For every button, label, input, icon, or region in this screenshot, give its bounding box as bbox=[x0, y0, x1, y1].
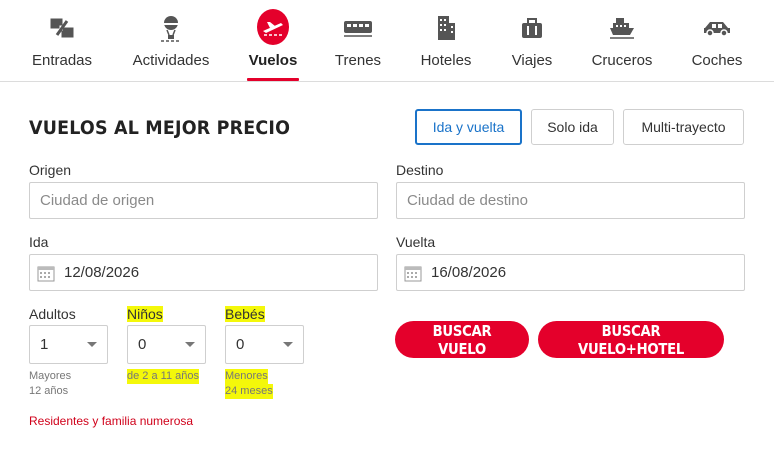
airplane-icon bbox=[257, 9, 289, 45]
hot-air-balloon-icon bbox=[155, 12, 187, 44]
nav-item-entradas[interactable]: Entradas bbox=[22, 0, 102, 81]
return-date-label: Vuelta bbox=[396, 234, 436, 250]
infants-note-line2: 24 meses bbox=[225, 384, 273, 399]
page-title: VUELOS AL MEJOR PRECIO bbox=[29, 117, 291, 139]
trip-type-round-trip-button[interactable]: Ida y vuelta bbox=[415, 109, 522, 145]
search-flight-button[interactable]: BUSCAR VUELO bbox=[395, 321, 529, 358]
nav-item-trenes[interactable]: Trenes bbox=[327, 0, 389, 81]
adults-select[interactable]: 1 bbox=[29, 325, 108, 364]
nav-item-actividades[interactable]: Actividades bbox=[128, 0, 214, 81]
destination-label: Destino bbox=[396, 162, 444, 178]
adults-label: Adultos bbox=[29, 306, 76, 322]
adults-note-line1: Mayores bbox=[29, 370, 72, 382]
chevron-down-icon bbox=[87, 342, 97, 347]
origin-input[interactable] bbox=[29, 182, 378, 219]
departure-date-label: Ida bbox=[29, 234, 49, 250]
residents-discount-link[interactable]: Residentes y familia numerosa bbox=[29, 414, 193, 428]
children-note-line1: de 2 a 11 años bbox=[127, 369, 199, 384]
active-tab-underline bbox=[247, 78, 299, 81]
departure-date-field[interactable]: 12/08/2026 bbox=[29, 254, 378, 291]
nav-item-cruceros[interactable]: Cruceros bbox=[585, 0, 659, 81]
nav-label-vuelos: Vuelos bbox=[248, 52, 298, 69]
origin-label: Origen bbox=[29, 162, 72, 178]
nav-label-trenes: Trenes bbox=[334, 52, 382, 69]
search-flight-hotel-button[interactable]: BUSCAR VUELO+HOTEL bbox=[538, 321, 724, 358]
nav-item-hoteles[interactable]: Hoteles bbox=[412, 0, 480, 81]
trip-type-multi-city-button[interactable]: Multi-trayecto bbox=[623, 109, 744, 145]
cruise-ship-icon bbox=[606, 12, 638, 44]
adults-note: Mayores 12 años bbox=[29, 369, 71, 399]
search-flight-hotel-button-label: BUSCAR VUELO+HOTEL bbox=[578, 321, 684, 358]
infants-note: Menores 24 meses bbox=[225, 369, 273, 399]
car-icon bbox=[701, 12, 733, 44]
active-icon-wrapper bbox=[257, 9, 289, 45]
nav-label-viajes: Viajes bbox=[511, 52, 553, 69]
adults-note-line2: 12 años bbox=[29, 385, 69, 397]
calendar-icon bbox=[36, 263, 56, 283]
return-date-field[interactable]: 16/08/2026 bbox=[396, 254, 745, 291]
infants-label: Bebés bbox=[225, 306, 265, 322]
search-flight-button-label: BUSCAR VUELO bbox=[432, 321, 492, 358]
nav-item-viajes[interactable]: Viajes bbox=[502, 0, 562, 81]
category-nav: Entradas Actividades Vuelos Trenes Hotel… bbox=[0, 0, 774, 82]
infants-select[interactable]: 0 bbox=[225, 325, 304, 364]
nav-label-entradas: Entradas bbox=[31, 52, 93, 69]
hotel-building-icon bbox=[430, 12, 462, 44]
children-select[interactable]: 0 bbox=[127, 325, 206, 364]
chevron-down-icon bbox=[185, 342, 195, 347]
nav-label-actividades: Actividades bbox=[132, 52, 210, 69]
trip-type-one-way-button[interactable]: Solo ida bbox=[531, 109, 614, 145]
infants-note-line1: Menores bbox=[225, 369, 268, 384]
suitcase-icon bbox=[516, 12, 548, 44]
return-date-value: 16/08/2026 bbox=[431, 264, 507, 281]
departure-date-value: 12/08/2026 bbox=[64, 264, 140, 281]
chevron-down-icon bbox=[283, 342, 293, 347]
children-note: de 2 a 11 años bbox=[127, 369, 199, 384]
calendar-icon bbox=[403, 263, 423, 283]
nav-label-hoteles: Hoteles bbox=[420, 52, 472, 69]
destination-input[interactable] bbox=[396, 182, 745, 219]
nav-label-coches: Coches bbox=[691, 52, 743, 69]
nav-item-coches[interactable]: Coches bbox=[684, 0, 750, 81]
children-label: Niños bbox=[127, 306, 163, 322]
nav-label-cruceros: Cruceros bbox=[591, 52, 653, 69]
nav-item-vuelos[interactable]: Vuelos bbox=[240, 0, 306, 81]
infants-value: 0 bbox=[236, 336, 245, 353]
adults-value: 1 bbox=[40, 336, 49, 353]
train-icon bbox=[342, 12, 374, 44]
ticket-icon bbox=[46, 12, 78, 44]
children-value: 0 bbox=[138, 336, 147, 353]
